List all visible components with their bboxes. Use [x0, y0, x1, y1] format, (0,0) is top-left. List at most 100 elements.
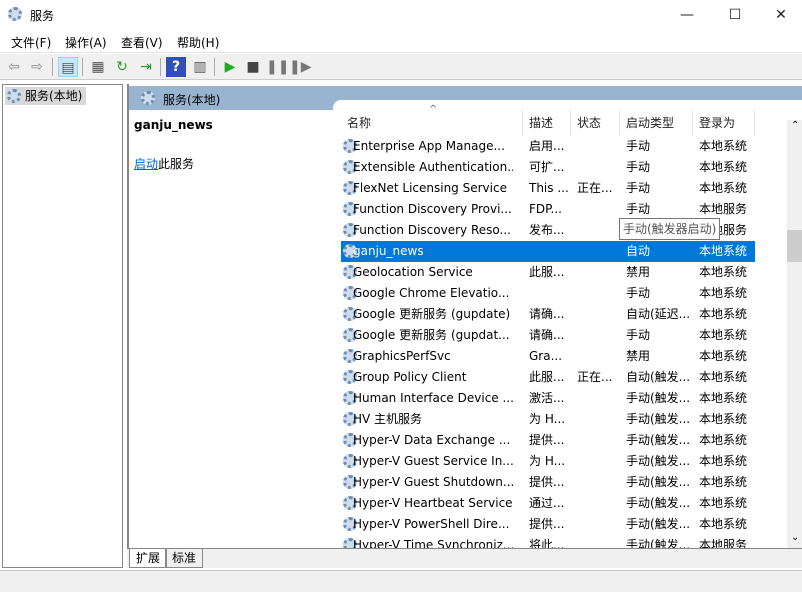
close-button[interactable]: ✕ — [758, 0, 802, 30]
cell-startup-type: 手动(触发... — [626, 412, 691, 426]
vertical-scrollbar[interactable]: ⌃ ⌄ — [787, 120, 802, 548]
cell-description: 为 H... — [529, 412, 566, 426]
cell-name: Extensible Authentication... — [353, 160, 513, 174]
cell-logon-as: 本地系统 — [699, 139, 748, 153]
menu-view[interactable]: 查看(V) — [121, 34, 163, 51]
cell-name: Hyper-V Guest Shutdown... — [353, 475, 513, 489]
menu-help[interactable]: 帮助(H) — [177, 34, 219, 51]
view-tabs: 扩展 标准 — [127, 548, 802, 568]
service-row[interactable]: Hyper-V Guest Service In... 为 H... 手动(触发..… — [341, 451, 755, 472]
scroll-down-icon[interactable]: ⌄ — [791, 532, 799, 543]
start-icon[interactable]: ▶ — [220, 57, 240, 77]
cell-logon-as: 本地系统 — [699, 517, 748, 531]
back-icon[interactable]: ⇦ — [4, 57, 24, 77]
cell-logon-as: 本地系统 — [699, 496, 748, 510]
services-icon — [141, 91, 155, 105]
column-header-logon-as[interactable]: 登录为 — [693, 110, 755, 136]
cell-logon-as: 本地系统 — [699, 454, 748, 468]
cell-description: 此服... — [529, 265, 565, 279]
cell-logon-as: 本地系统 — [699, 160, 748, 174]
cell-startup-type: 手动 — [626, 286, 651, 300]
tab-standard[interactable]: 标准 — [165, 549, 204, 568]
cell-description: This ... — [529, 181, 569, 195]
service-row[interactable]: Hyper-V Time Synchroniz... 将此... 手动(触发... 本… — [341, 535, 755, 548]
service-row[interactable]: Extensible Authentication... 可扩... 手动 本地系统 — [341, 157, 755, 178]
cell-name: Hyper-V Time Synchroniz... — [353, 538, 513, 548]
service-row[interactable]: Hyper-V PowerShell Dire... 提供... 手动(触发... 本… — [341, 514, 755, 535]
menu-file[interactable]: 文件(F) — [11, 34, 51, 51]
tab-extended[interactable]: 扩展 — [129, 549, 168, 568]
show-hide-tree-icon[interactable]: ▤ — [58, 57, 78, 77]
cell-startup-type: 手动(触发... — [626, 454, 691, 468]
cell-description: 可扩... — [529, 160, 565, 174]
menu-bar: 文件(F) 操作(A) 查看(V) 帮助(H) — [0, 30, 802, 53]
service-row[interactable]: GraphicsPerfSvc Gra... 禁用 本地系统 — [341, 346, 755, 367]
service-row[interactable]: Google 更新服务 (gupdat... 请确... 手动 本地系统 — [341, 325, 755, 346]
cell-startup-type: 自动 — [626, 244, 651, 258]
column-header-description[interactable]: 描述 — [523, 110, 571, 136]
export-list-icon[interactable]: ⇥ — [136, 57, 156, 77]
service-row[interactable]: Geolocation Service 此服... 禁用 本地系统 — [341, 262, 755, 283]
service-row[interactable]: Function Discovery Provi... FDP... 手动 本地服务 — [341, 199, 755, 220]
cell-name: Enterprise App Manage... — [353, 139, 505, 153]
cell-startup-type: 手动 — [626, 139, 651, 153]
cell-logon-as: 本地系统 — [699, 391, 748, 405]
start-link[interactable]: 启动 — [134, 157, 158, 171]
cell-description: 将此... — [529, 538, 565, 548]
cell-startup-type: 手动 — [626, 160, 651, 174]
service-row[interactable]: Hyper-V Guest Shutdown... 提供... 手动(触发... 本地… — [341, 472, 755, 493]
cell-name: Function Discovery Provi... — [353, 202, 512, 216]
column-header-name[interactable]: 名称 — [341, 110, 523, 136]
service-row[interactable]: ganju_news 自动 本地系统 — [341, 241, 755, 262]
console-icon[interactable]: ▥ — [190, 57, 210, 77]
service-row[interactable]: Google Chrome Elevatio... 手动 本地系统 — [341, 283, 755, 304]
details-pane: 服务(本地) ganju_news 启动此服务 ^ 名称 描述 状态 启动类型 … — [127, 84, 802, 548]
cell-startup-type: 禁用 — [626, 349, 651, 363]
cell-name: Hyper-V PowerShell Dire... — [353, 517, 510, 531]
service-row[interactable]: Enterprise App Manage... 启用... 手动 本地系统 — [341, 136, 755, 157]
cell-name: FlexNet Licensing Service — [353, 181, 507, 195]
resume-icon[interactable]: ❚▶ — [289, 57, 312, 77]
cell-name: Google 更新服务 (gupdat... — [353, 328, 510, 342]
help-icon[interactable]: ? — [166, 57, 186, 77]
cell-description: 提供... — [529, 517, 565, 531]
cell-description: Gra... — [529, 349, 563, 363]
cell-name: Google 更新服务 (gupdate) — [353, 307, 511, 321]
cell-logon-as: 本地系统 — [699, 370, 748, 384]
cell-startup-type: 手动(触发... — [626, 475, 691, 489]
pause-icon[interactable]: ❚❚ — [266, 57, 289, 77]
properties-icon[interactable]: ▦ — [88, 57, 108, 77]
minimize-button[interactable]: — — [664, 0, 710, 30]
forward-icon[interactable]: ⇨ — [27, 57, 47, 77]
service-row[interactable]: Hyper-V Data Exchange ... 提供... 手动(触发... 本地… — [341, 430, 755, 451]
scrollbar-thumb[interactable] — [787, 230, 802, 262]
service-row[interactable]: Group Policy Client 此服... 正在... 自动(触发... 本地系… — [341, 367, 755, 388]
cell-logon-as: 本地系统 — [699, 244, 748, 258]
cell-startup-type: 手动(触发... — [626, 391, 691, 405]
service-row[interactable]: FlexNet Licensing Service This ... 正在... 手动… — [341, 178, 755, 199]
service-row[interactable]: Hyper-V Heartbeat Service 通过... 手动(触发... 本地… — [341, 493, 755, 514]
cell-name: Group Policy Client — [353, 370, 467, 384]
cell-logon-as: 本地系统 — [699, 286, 748, 300]
service-row[interactable]: Google 更新服务 (gupdate) 请确... 自动(延迟... 本地系统 — [341, 304, 755, 325]
service-row[interactable]: HV 主机服务 为 H... 手动(触发... 本地系统 — [341, 409, 755, 430]
title-bar: 服务 — ☐ ✕ — [0, 0, 802, 30]
maximize-button[interactable]: ☐ — [712, 0, 758, 30]
service-row[interactable]: Human Interface Device ... 激活... 手动(触发... 本… — [341, 388, 755, 409]
cell-name: ganju_news — [353, 244, 424, 258]
column-header-startup-type[interactable]: 启动类型 — [620, 110, 693, 136]
cell-logon-as: 本地系统 — [699, 181, 748, 195]
cell-startup-type: 禁用 — [626, 265, 651, 279]
cell-name: Human Interface Device ... — [353, 391, 513, 405]
tree-item-services-local[interactable]: 服务(本地) — [5, 87, 87, 105]
cell-description: 此服... — [529, 370, 565, 384]
scroll-up-icon[interactable]: ⌃ — [791, 120, 799, 131]
refresh-icon[interactable]: ↻ — [112, 57, 132, 77]
column-header-status[interactable]: 状态 — [571, 110, 620, 136]
cell-status: 正在... — [577, 181, 613, 195]
menu-action[interactable]: 操作(A) — [65, 34, 107, 51]
cell-logon-as: 本地服务 — [699, 538, 748, 548]
cell-startup-type: 手动 — [626, 328, 651, 342]
cell-logon-as: 本地系统 — [699, 412, 748, 426]
stop-icon[interactable]: ■ — [243, 57, 263, 77]
